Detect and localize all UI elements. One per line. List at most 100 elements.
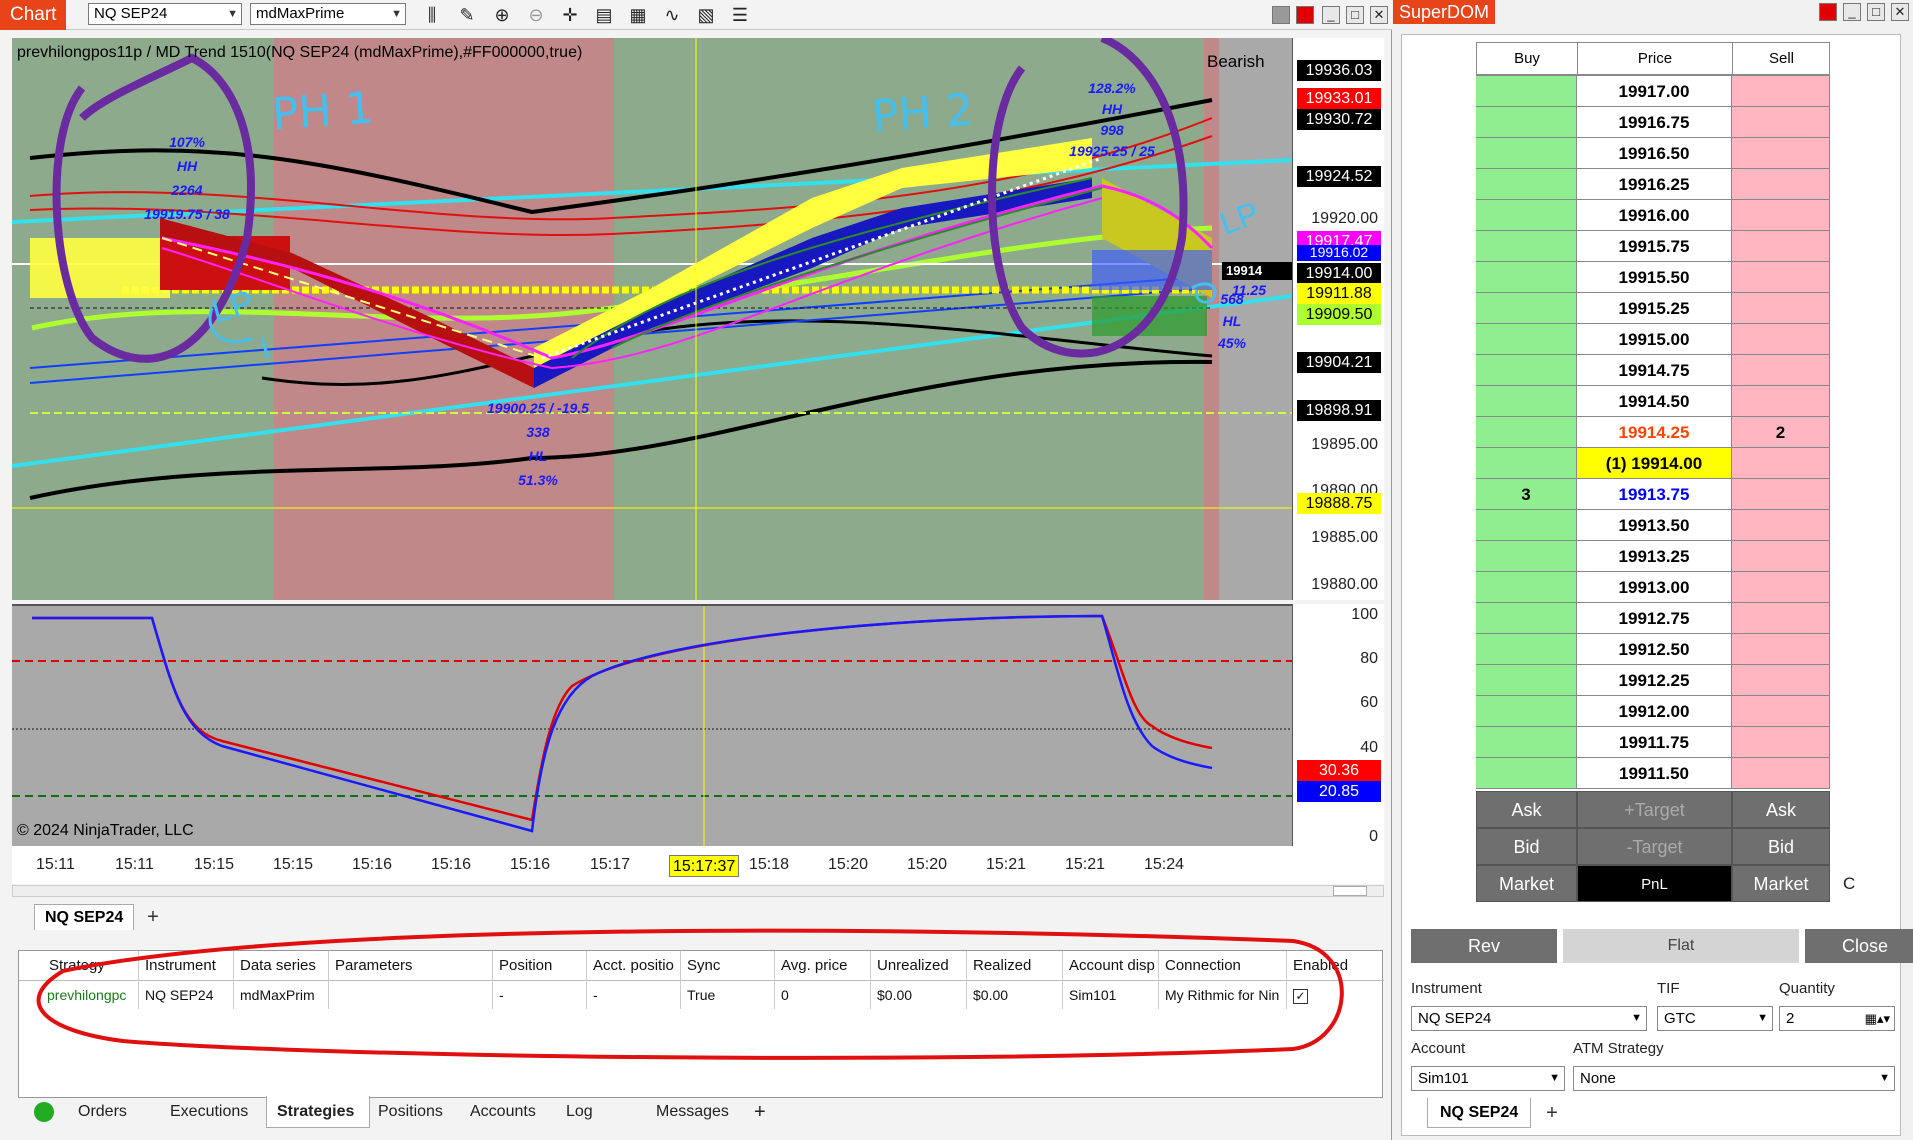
dom-price-row[interactable]: 19914.75	[1476, 355, 1830, 386]
bar-type-icon[interactable]: ⫼	[420, 2, 444, 28]
add-tab-button[interactable]: +	[140, 904, 166, 930]
maximize-icon[interactable]: □	[1867, 3, 1885, 21]
tab-messages[interactable]: Messages	[646, 1096, 742, 1128]
minus-target-button[interactable]: -Target	[1577, 828, 1732, 865]
data-series-selector[interactable]: mdMaxPrime ▼	[250, 3, 406, 25]
dom-buy-cell[interactable]	[1476, 293, 1577, 324]
superdom-title[interactable]: SuperDOM	[1393, 0, 1496, 24]
strategies-grid[interactable]: Strategy Instrument Data series Paramete…	[18, 928, 1384, 1098]
buy-bid-button[interactable]: Bid	[1476, 828, 1577, 865]
superdom-tab[interactable]: NQ SEP24	[1427, 1098, 1532, 1128]
dom-price-row[interactable]: 19915.25	[1476, 293, 1830, 324]
instrument-link-icon[interactable]	[1296, 6, 1314, 24]
dom-buy-cell[interactable]	[1476, 324, 1577, 355]
dom-buy-cell[interactable]	[1476, 696, 1577, 727]
tif-select[interactable]: GTC ▼	[1657, 1006, 1773, 1031]
dom-price-row[interactable]: 19912.25	[1476, 665, 1830, 696]
dom-sell-cell[interactable]: 2	[1732, 417, 1830, 448]
dom-buy-cell[interactable]	[1476, 603, 1577, 634]
sell-ask-button[interactable]: Ask	[1732, 791, 1830, 828]
dom-sell-cell[interactable]	[1732, 665, 1830, 696]
properties-list-icon[interactable]: ☰	[728, 2, 752, 28]
dom-buy-cell[interactable]	[1476, 727, 1577, 758]
dom-sell-cell[interactable]	[1732, 479, 1830, 510]
dom-sell-cell[interactable]	[1732, 386, 1830, 417]
dom-sell-cell[interactable]	[1732, 448, 1830, 479]
zoom-out-icon[interactable]: ⊖	[524, 2, 548, 28]
plus-target-button[interactable]: +Target	[1577, 791, 1732, 828]
dom-buy-cell[interactable]	[1476, 231, 1577, 262]
dom-sell-cell[interactable]	[1732, 634, 1830, 665]
buy-ask-button[interactable]: Ask	[1476, 791, 1577, 828]
dom-sell-cell[interactable]	[1732, 758, 1830, 789]
dom-buy-cell[interactable]	[1476, 76, 1577, 107]
add-tab-button[interactable]: +	[748, 1096, 774, 1128]
tab-log[interactable]: Log	[556, 1096, 644, 1128]
dom-sell-cell[interactable]	[1732, 510, 1830, 541]
tab-orders[interactable]: Orders	[68, 1096, 158, 1128]
dom-price-row[interactable]: 19916.75	[1476, 107, 1830, 138]
instrument-selector[interactable]: NQ SEP24 ▼	[88, 3, 242, 25]
scrollbar-thumb[interactable]	[1333, 886, 1367, 896]
dom-sell-cell[interactable]	[1732, 76, 1830, 107]
dom-buy-cell[interactable]	[1476, 417, 1577, 448]
dom-price-row[interactable]: 19913.25	[1476, 541, 1830, 572]
price-panel[interactable]: prevhilongpos11p / MD Trend 1510(NQ SEP2…	[12, 38, 1292, 600]
pnl-display[interactable]: PnL	[1577, 865, 1732, 902]
dom-buy-cell[interactable]: 3	[1476, 479, 1577, 510]
dom-ladder[interactable]: 19917.00 19916.75 19916.50 19916.25 19916.00…	[1393, 76, 1913, 789]
dom-sell-cell[interactable]	[1732, 262, 1830, 293]
maximize-icon[interactable]: □	[1346, 6, 1364, 24]
dom-sell-cell[interactable]	[1732, 293, 1830, 324]
dom-buy-cell[interactable]	[1476, 386, 1577, 417]
dom-price-row[interactable]: 19915.50	[1476, 262, 1830, 293]
instrument-select[interactable]: NQ SEP24 ▼	[1411, 1006, 1647, 1031]
atm-strategy-select[interactable]: None ▼	[1573, 1066, 1895, 1091]
draw-pencil-icon[interactable]: ✎	[455, 2, 479, 28]
dom-sell-cell[interactable]	[1732, 541, 1830, 572]
tab-accounts[interactable]: Accounts	[460, 1096, 556, 1128]
dom-price-row[interactable]: 19911.75	[1476, 727, 1830, 758]
dom-sell-cell[interactable]	[1732, 231, 1830, 262]
dom-buy-cell[interactable]	[1476, 200, 1577, 231]
crosshair-icon[interactable]: ✛	[558, 2, 582, 28]
dom-buy-cell[interactable]	[1476, 355, 1577, 386]
calculator-icon[interactable]: ▦▴▾	[1865, 1007, 1890, 1030]
link-color-icon[interactable]	[1272, 6, 1290, 24]
dom-sell-cell[interactable]	[1732, 324, 1830, 355]
dom-price-row[interactable]: 19915.75	[1476, 231, 1830, 262]
dom-buy-cell[interactable]	[1476, 262, 1577, 293]
dom-sell-cell[interactable]	[1732, 603, 1830, 634]
dom-buy-cell[interactable]	[1476, 169, 1577, 200]
dom-price-row[interactable]: (1) 19914.00	[1476, 448, 1830, 479]
add-tab-button[interactable]: +	[1539, 1098, 1565, 1128]
account-select[interactable]: Sim101 ▼	[1411, 1066, 1565, 1091]
oscillator-panel[interactable]: © 2024 NinjaTrader, LLC	[12, 604, 1292, 846]
close-icon[interactable]: ✕	[1370, 6, 1388, 24]
dom-price-row[interactable]: 19913.50	[1476, 510, 1830, 541]
dom-price-row[interactable]: 19915.00	[1476, 324, 1830, 355]
strategies-icon[interactable]: ∿	[660, 2, 684, 28]
dom-buy-cell[interactable]	[1476, 138, 1577, 169]
dom-price-row[interactable]: 19912.00	[1476, 696, 1830, 727]
minimize-icon[interactable]: _	[1322, 6, 1340, 24]
dom-sell-cell[interactable]	[1732, 355, 1830, 386]
dom-price-row[interactable]: 19917.00	[1476, 76, 1830, 107]
dom-buy-cell[interactable]	[1476, 665, 1577, 696]
dom-sell-cell[interactable]	[1732, 696, 1830, 727]
templates-icon[interactable]: ▧	[694, 2, 718, 28]
price-axis[interactable]: 19920.00 19895.00 19890.00 19885.00 1988…	[1292, 38, 1384, 600]
dom-price-row[interactable]: 19914.50	[1476, 386, 1830, 417]
dom-sell-cell[interactable]	[1732, 200, 1830, 231]
buy-market-button[interactable]: Market	[1476, 865, 1577, 902]
close-position-button[interactable]: Close	[1805, 929, 1913, 963]
close-icon[interactable]: ✕	[1891, 3, 1909, 21]
dom-buy-cell[interactable]	[1476, 634, 1577, 665]
reverse-button[interactable]: Rev	[1411, 929, 1557, 963]
time-axis[interactable]: 15:11 15:11 15:15 15:15 15:16 15:16 15:1…	[12, 846, 1384, 884]
chart-tab[interactable]: NQ SEP24	[34, 904, 135, 930]
dom-buy-cell[interactable]	[1476, 448, 1577, 479]
dom-sell-cell[interactable]	[1732, 107, 1830, 138]
dom-buy-cell[interactable]	[1476, 541, 1577, 572]
data-box-icon[interactable]: ▤	[592, 2, 616, 28]
